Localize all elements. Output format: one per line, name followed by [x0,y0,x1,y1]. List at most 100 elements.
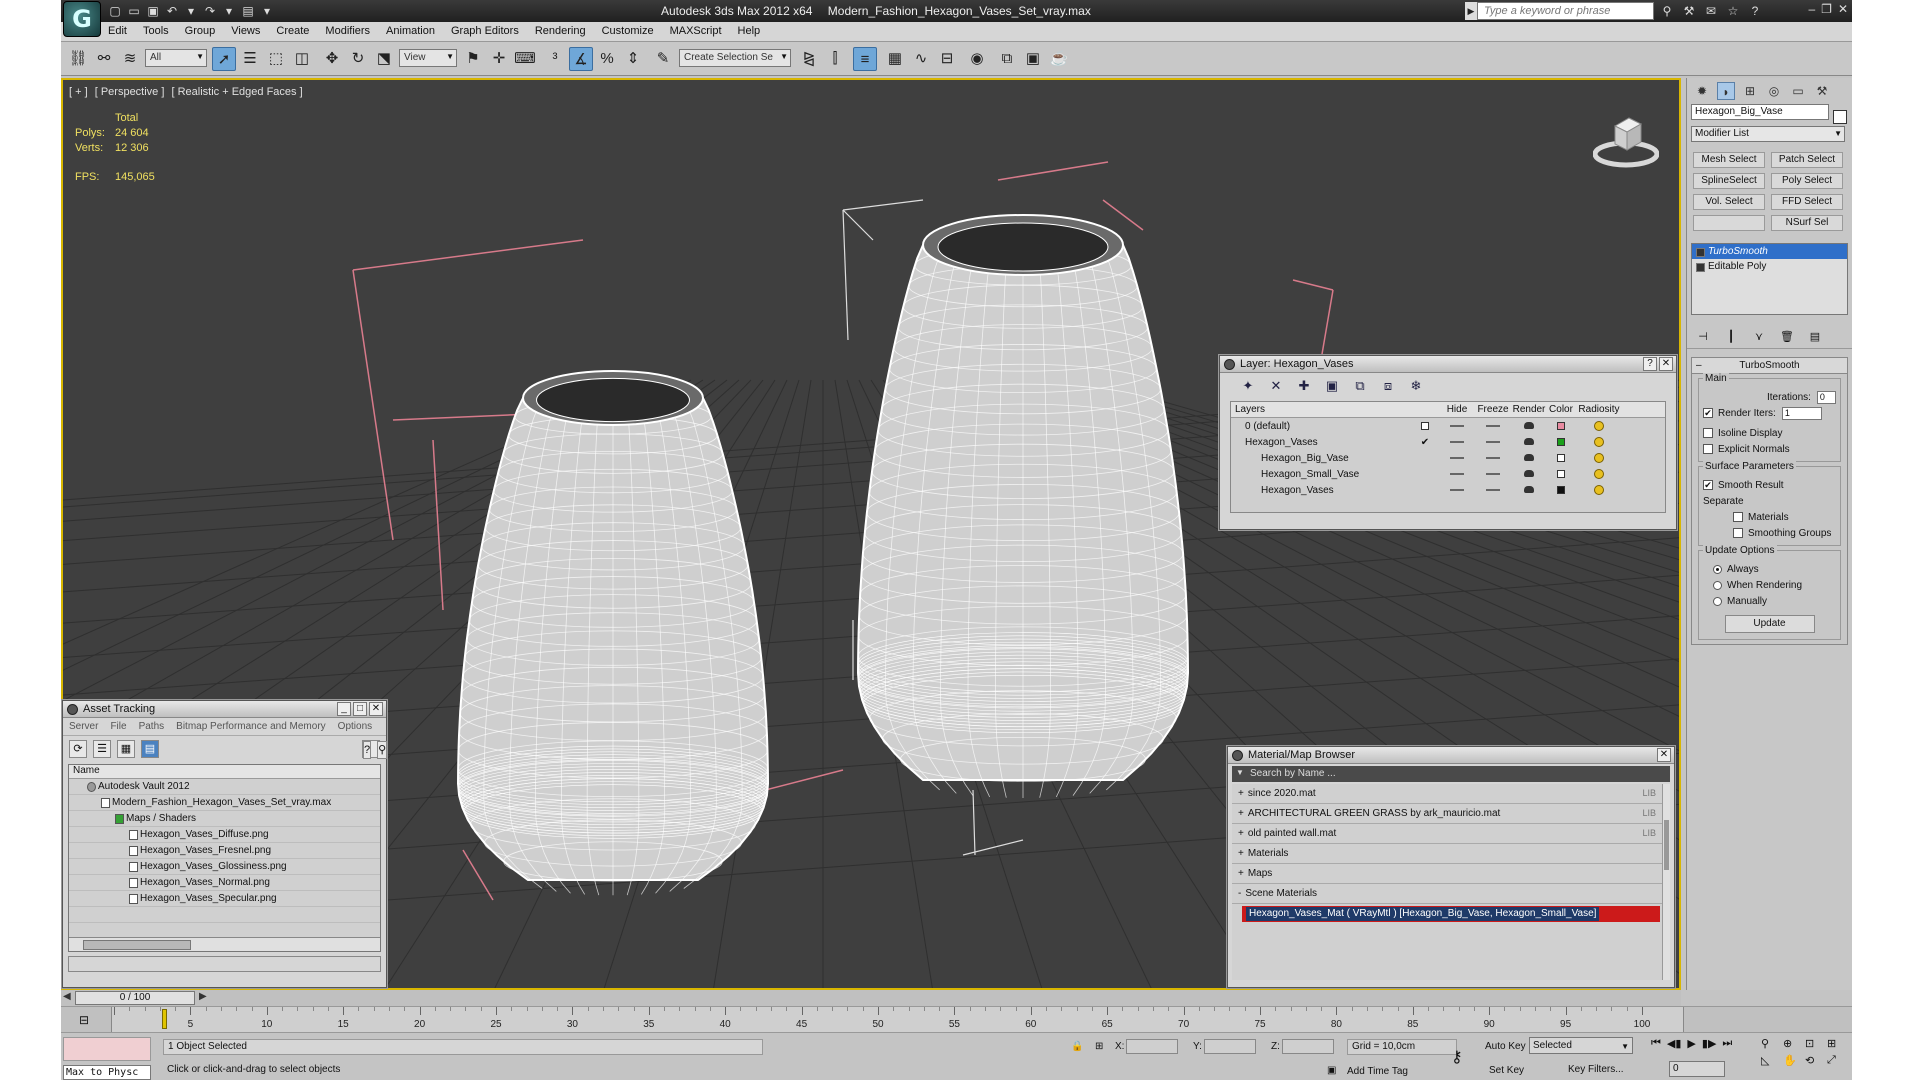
when-rendering-radio[interactable] [1713,580,1722,590]
infocenter-search-input[interactable]: Type a keyword or phrase [1477,2,1654,20]
object-name-field[interactable]: Hexagon_Big_Vase [1691,104,1829,120]
key-selection-set-dropdown[interactable]: Selected [1529,1037,1633,1054]
object-color-swatch[interactable] [1833,110,1847,124]
layer-row[interactable]: 0 (default) [1231,418,1665,434]
material-browser-close-button[interactable]: ✕ [1657,748,1671,762]
key-filters-button[interactable]: Key Filters... [1568,1063,1624,1077]
maxscript-mini-listener[interactable]: Max to Physc [63,1065,151,1080]
asset-pin-icon[interactable]: ⚲ [377,741,388,759]
time-slider-next-icon[interactable]: ▶ [199,991,207,1002]
utilities-tab-icon[interactable]: ⚒ [1813,82,1831,100]
layer-close-button[interactable]: ✕ [1659,357,1673,371]
viewcube-icon[interactable] [1593,112,1659,168]
layer-name[interactable]: Hexagon_Vases [1231,437,1411,448]
asset-minimize-button[interactable]: _ [337,702,351,716]
mesh-select-button[interactable]: Mesh Select [1693,152,1765,168]
layer-radiosity-bulb-icon[interactable] [1575,420,1623,432]
layer-freeze-toggle[interactable] [1475,469,1511,480]
material-vertical-scrollbar[interactable] [1662,784,1670,980]
binoculars-icon[interactable]: ⚲ [1658,2,1676,20]
layer-color-swatch[interactable] [1547,453,1575,464]
smoothing-groups-checkbox[interactable] [1733,528,1743,538]
frame-ruler[interactable]: 5 10 15 20 25 30 35 40 45 50 55 60 65 70 75 80 85 90 95 100 [111,1007,1684,1033]
maxscript-listener-output[interactable] [63,1037,151,1061]
scene-material-item[interactable]: Hexagon_Vases_Mat ( VRayMtl ) [Hexagon_B… [1242,906,1660,922]
undo-icon[interactable]: ↶ [164,3,180,19]
menu-help[interactable]: Help [738,25,761,37]
undo-dropdown-icon[interactable]: ▾ [183,3,199,19]
absolute-mode-icon[interactable]: ⊞ [1095,1039,1103,1055]
menu-group[interactable]: Group [185,25,216,37]
asset-menu-paths[interactable]: Paths [139,721,165,732]
named-selection-dropdown[interactable]: Create Selection Se [679,49,791,67]
freeze-all-layers-icon[interactable]: ❄ [1406,377,1426,395]
asset-tree-item[interactable]: Maps / Shaders [69,811,380,827]
material-group-row[interactable]: + Maps [1232,864,1670,884]
create-tab-icon[interactable]: ✹ [1693,82,1711,100]
next-frame-icon[interactable]: ▮▶ [1702,1037,1717,1050]
expand-toggle[interactable]: + [1238,808,1244,819]
menu-tools[interactable]: Tools [143,25,169,37]
render-setup-icon[interactable]: ⧉ [995,47,1019,71]
layer-color-swatch[interactable] [1547,437,1575,448]
hide-all-layers-icon[interactable]: ⧈ [1378,377,1398,395]
render-iters-spinner[interactable]: 1 [1781,406,1822,420]
display-tab-icon[interactable]: ▭ [1789,82,1807,100]
asset-maximize-button[interactable]: □ [353,702,367,716]
nsurf-sel-button[interactable]: NSurf Sel [1771,215,1843,231]
expand-toggle[interactable]: + [1238,828,1244,839]
x-coordinate-field[interactable] [1126,1039,1179,1054]
key-icon[interactable]: ⚷ [1451,1047,1463,1067]
layer-name[interactable]: 0 (default) [1231,421,1411,432]
asset-tree-item[interactable]: Hexagon_Vases_Fresnel.png [69,843,380,859]
select-object-icon[interactable]: ➚ [212,47,236,71]
pivot-center-icon[interactable]: ⚑ [461,47,485,71]
subscription-icon[interactable]: ⚒ [1680,2,1698,20]
asset-column-name[interactable]: Name [69,765,380,779]
mirror-icon[interactable]: ⧎ [797,47,821,71]
motion-tab-icon[interactable]: ◎ [1765,82,1783,100]
layer-current-marker[interactable]: ✔ [1411,437,1439,448]
material-editor-icon[interactable]: ◉ [965,47,989,71]
move-icon[interactable]: ✥ [320,47,344,71]
layer-row[interactable]: Hexagon_Big_Vase [1231,450,1665,466]
angle-snap-icon[interactable]: ∡ [569,47,593,71]
layer-current-marker[interactable] [1411,421,1439,432]
delete-layer-icon[interactable]: ✕ [1266,377,1286,395]
play-icon[interactable]: ▶ [1687,1037,1695,1050]
window-crossing-icon[interactable]: ◫ [290,47,314,71]
asset-close-button[interactable]: ✕ [369,702,383,716]
zoom-extents-icon[interactable]: ⊡ [1805,1037,1823,1050]
viewport-label[interactable]: [ + ] [ Perspective ] [ Realistic + Edge… [69,86,307,98]
graphite-ribbon-icon[interactable]: ▦ [883,47,907,71]
asset-tree-item[interactable]: Hexagon_Vases_Normal.png [69,875,380,891]
asset-scroll-thumb[interactable] [83,940,191,950]
layer-name[interactable]: Hexagon_Big_Vase [1231,453,1411,464]
ffd-select-button[interactable]: FFD Select [1771,194,1843,210]
menu-views[interactable]: Views [231,25,260,37]
layer-radiosity-bulb-icon[interactable] [1575,468,1623,480]
restore-icon[interactable]: ❐ [1821,2,1832,16]
asset-tree-item[interactable]: Hexagon_Vases_Diffuse.png [69,827,380,843]
zoom-extents-all-icon[interactable]: ⊞ [1827,1037,1845,1050]
hierarchy-tab-icon[interactable]: ⊞ [1741,82,1759,100]
set-key-button[interactable]: Set Key [1489,1065,1524,1076]
expand-toggle[interactable]: + [1238,788,1244,799]
layer-hide-toggle[interactable] [1439,421,1475,432]
previous-frame-icon[interactable]: ◀▮ [1667,1037,1682,1050]
col-render[interactable]: Render [1511,404,1547,415]
help-icon[interactable]: ? [1746,2,1764,20]
menu-maxscript[interactable]: MAXScript [670,25,722,37]
layer-row[interactable]: Hexagon_Vases [1231,482,1665,498]
layer-name[interactable]: Hexagon_Small_Vase [1231,469,1411,480]
layer-freeze-toggle[interactable] [1475,421,1511,432]
smooth-result-checkbox[interactable]: ✔ [1703,480,1713,490]
percent-snap-icon[interactable]: % [595,47,619,71]
layer-radiosity-bulb-icon[interactable] [1575,484,1623,496]
asset-tree-item[interactable]: Modern_Fashion_Hexagon_Vases_Set_vray.ma… [69,795,380,811]
asset-menu-file[interactable]: File [110,721,126,732]
layer-freeze-toggle[interactable] [1475,485,1511,496]
layer-row[interactable]: Hexagon_Vases ✔ [1231,434,1665,450]
menu-modifiers[interactable]: Modifiers [325,25,370,37]
orbit-icon[interactable]: ⟲ [1805,1054,1823,1067]
